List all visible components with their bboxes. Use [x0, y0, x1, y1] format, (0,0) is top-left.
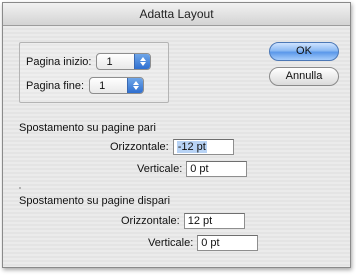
odd-vertical-row: Verticale: 0 pt	[148, 235, 259, 251]
even-pages-title: Spostamento su pagine pari	[19, 122, 156, 134]
odd-vertical-label: Verticale:	[148, 237, 194, 249]
even-horizontal-value: -12 pt	[176, 141, 207, 153]
page-range-group: Pagina inizio: 1 Pagina fine: 1	[19, 42, 169, 103]
odd-horizontal-row: Orizzontale: 12 pt	[121, 213, 245, 229]
cancel-button[interactable]: Annulla	[269, 67, 339, 86]
start-page-row: Pagina inizio: 1	[26, 53, 152, 70]
odd-horizontal-value: 12 pt	[187, 215, 213, 227]
even-vertical-label: Verticale:	[137, 163, 183, 175]
start-page-popup[interactable]: 1	[96, 53, 152, 70]
even-horizontal-label: Orizzontale:	[110, 141, 169, 153]
even-vertical-row: Verticale: 0 pt	[137, 161, 248, 177]
end-page-popup[interactable]: 1	[89, 77, 145, 94]
end-page-label: Pagina fine:	[26, 79, 85, 92]
odd-vertical-field[interactable]: 0 pt	[197, 235, 259, 251]
odd-horizontal-label: Orizzontale:	[121, 215, 180, 227]
odd-pages-title: Spostamento su pagine dispari	[19, 195, 171, 207]
odd-vertical-value: 0 pt	[201, 237, 220, 249]
separator-dot	[19, 187, 21, 189]
ok-button[interactable]: OK	[269, 42, 339, 61]
dialog-title: Adatta Layout	[3, 3, 350, 26]
odd-horizontal-field[interactable]: 12 pt	[183, 213, 245, 229]
even-horizontal-field[interactable]: -12 pt	[172, 139, 234, 155]
dialog-content: Pagina inizio: 1 Pagina fine: 1 OK Annul…	[3, 26, 350, 267]
end-page-value: 1	[99, 79, 106, 92]
end-page-row: Pagina fine: 1	[26, 77, 145, 94]
even-vertical-field[interactable]: 0 pt	[186, 161, 248, 177]
popup-arrows-icon	[134, 54, 151, 69]
start-page-value: 1	[106, 55, 113, 68]
even-vertical-value: 0 pt	[190, 163, 209, 175]
even-horizontal-row: Orizzontale: -12 pt	[110, 139, 234, 155]
adatta-layout-dialog: Adatta Layout Pagina inizio: 1 Pagina fi…	[2, 2, 351, 268]
start-page-label: Pagina inizio:	[26, 55, 92, 68]
popup-arrows-icon	[127, 78, 144, 93]
